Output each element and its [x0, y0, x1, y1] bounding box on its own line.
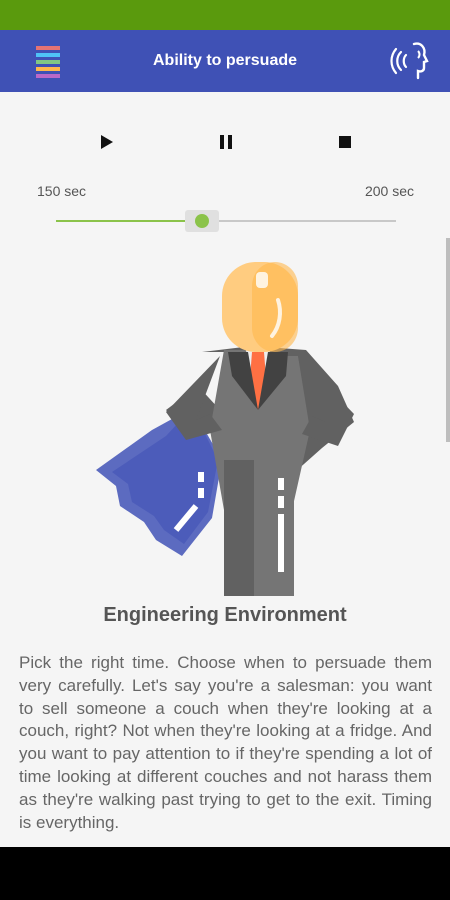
- progress-slider[interactable]: [56, 210, 396, 232]
- pause-icon: [220, 135, 232, 149]
- speaking-head-icon: [390, 42, 429, 80]
- page-title: Ability to persuade: [152, 52, 298, 69]
- navigation-bar: [0, 847, 450, 900]
- time-end-label: 200 sec: [364, 183, 414, 199]
- player-controls: [0, 130, 450, 156]
- content-area[interactable]: 150 sec 200 sec Engineering Environment …: [0, 92, 450, 847]
- slider-fill: [56, 220, 203, 222]
- stop-icon: [339, 136, 351, 148]
- play-button[interactable]: [92, 130, 122, 156]
- app-bar: Ability to persuade: [0, 30, 450, 92]
- time-start-label: 150 sec: [37, 183, 87, 199]
- scrollbar[interactable]: [446, 238, 450, 442]
- stop-button[interactable]: [330, 130, 360, 156]
- pause-button[interactable]: [211, 130, 241, 156]
- status-bar: [0, 0, 450, 30]
- superhero-businessman-icon: [96, 262, 354, 596]
- article-text: Pick the right time. Choose when to pers…: [19, 653, 432, 832]
- voice-button[interactable]: [390, 38, 436, 84]
- play-icon: [101, 135, 113, 149]
- image-title: Engineering Environment: [103, 604, 347, 626]
